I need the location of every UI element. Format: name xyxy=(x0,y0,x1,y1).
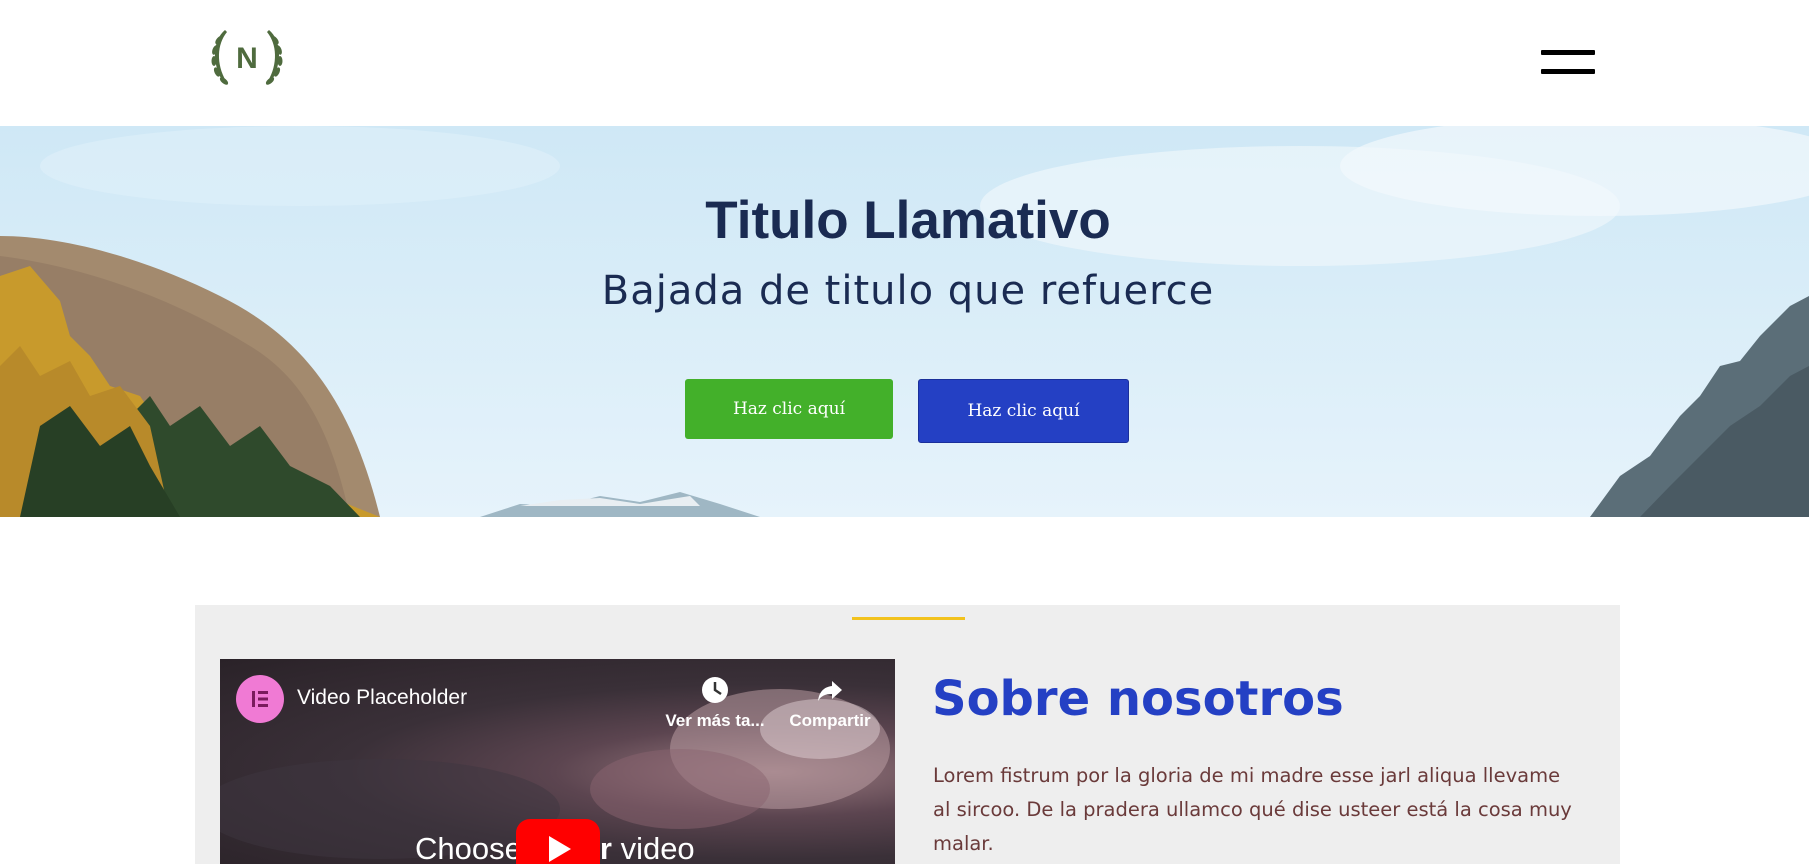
share-button[interactable]: Compartir xyxy=(780,675,880,731)
overlay-text-mid: r xyxy=(599,831,612,864)
about-section: Video Placeholder Ver más ta... Comparti… xyxy=(195,605,1620,864)
site-header: N xyxy=(0,0,1809,126)
video-title[interactable]: Video Placeholder xyxy=(297,686,467,710)
share-label: Compartir xyxy=(789,711,871,730)
watch-later-label: Ver más ta... xyxy=(665,711,765,730)
section-divider xyxy=(852,617,965,620)
mountain-landscape-background xyxy=(0,126,1809,517)
overlay-text-right: video xyxy=(620,831,695,864)
video-player[interactable]: Video Placeholder Ver más ta... Comparti… xyxy=(220,659,895,864)
laurel-logo[interactable]: N xyxy=(205,20,289,94)
logo-letter: N xyxy=(236,42,258,75)
watch-later-button[interactable]: Ver más ta... xyxy=(660,675,770,731)
hero-title: Titulo Llamativo xyxy=(705,191,1111,250)
about-title: Sobre nosotros xyxy=(932,671,1344,727)
hero-subtitle: Bajada de titulo que refuerce xyxy=(601,268,1215,314)
secondary-cta-button[interactable]: Haz clic aquí xyxy=(918,379,1129,443)
share-icon xyxy=(818,681,842,701)
hero-section: Titulo Llamativo Bajada de titulo que re… xyxy=(0,126,1809,517)
play-button-icon[interactable] xyxy=(516,819,600,864)
elementor-logo-icon xyxy=(236,675,284,723)
clock-icon xyxy=(702,677,728,703)
overlay-text-left: Choose xyxy=(415,831,522,864)
about-body-text: Lorem fistrum por la gloria de mi madre … xyxy=(933,764,1572,855)
primary-cta-button[interactable]: Haz clic aquí xyxy=(685,379,893,439)
hamburger-menu-icon[interactable] xyxy=(1541,48,1595,76)
